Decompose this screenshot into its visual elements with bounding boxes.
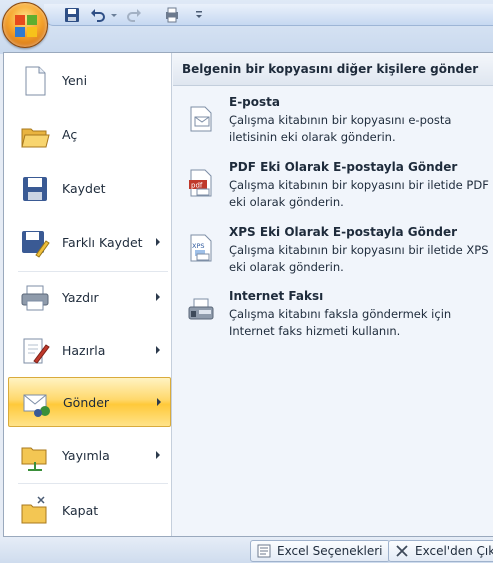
printer-icon [21,285,49,311]
option-title: Internet Faksı [229,289,324,303]
menu-item-label: Gönder [63,395,110,410]
new-document-icon [25,66,46,96]
open-folder-icon [21,128,50,148]
option-title: PDF Eki Olarak E-postayla Gönder [229,160,458,174]
menu-item-label: Kaydet [62,181,106,196]
menu-item-label: Aç [62,127,78,142]
menu-item-new[interactable]: Yeni [8,56,171,106]
send-icon [23,394,50,417]
menu-divider [18,483,168,484]
menu-item-print[interactable]: Yazdır [8,273,171,323]
option-title: XPS Eki Olarak E-postayla Gönder [229,225,458,239]
excel-options-button[interactable]: Excel Seçenekleri [250,540,390,562]
option-description: Çalışma kitabını faksla göndermek için I… [229,307,452,338]
option-description: Çalışma kitabının bir kopyasını bir ilet… [229,178,489,209]
menu-divider [18,271,168,272]
excel-options-label: Excel Seçenekleri [277,544,383,558]
option-internet-fax[interactable]: Internet Faksı Çalışma kitabını faksla g… [173,289,493,353]
menu-item-label: Yeni [62,73,88,88]
menu-item-label: Farklı Kaydet [62,235,143,250]
menu-item-label: Kapat [62,503,99,518]
menu-item-publish[interactable]: Yayımla [8,431,171,481]
title-bar [0,0,493,54]
submenu-arrow-icon [157,398,161,406]
email-attachment-icon [190,106,212,132]
office-menu: Yeni Aç Kaydet Farklı Kaydet Yazdır Hazı… [3,52,493,537]
quick-access-toolbar [44,4,493,26]
option-xps-email[interactable]: XPS XPS Eki Olarak E-postayla Gönder Çal… [173,225,493,289]
option-description: Çalışma kitabının bir kopyasını bir ilet… [229,243,489,274]
menu-footer: Excel Seçenekleri Excel'den Çık [0,537,493,563]
xps-icon: XPS [190,234,212,262]
svg-text:pdf: pdf [191,182,203,190]
panel-header: Belgenin bir kopyasını diğer kişilere gö… [173,53,493,86]
menu-commands: Yeni Aç Kaydet Farklı Kaydet Yazdır Hazı… [4,53,172,536]
print-preview-icon[interactable] [164,7,180,23]
menu-item-save[interactable]: Kaydet [8,164,171,214]
exit-excel-button[interactable]: Excel'den Çık [388,540,493,562]
close-folder-icon [21,496,47,524]
office-button[interactable] [2,2,48,48]
redo-icon[interactable] [126,7,142,23]
options-icon [257,544,271,558]
submenu-arrow-icon [156,238,160,246]
fax-icon [188,298,214,320]
send-options-panel: Belgenin bir kopyasını diğer kişilere gö… [173,53,493,536]
pdf-icon: pdf [189,169,212,197]
prepare-icon [23,338,50,364]
submenu-arrow-icon [156,346,160,354]
option-pdf-email[interactable]: pdf PDF Eki Olarak E-postayla Gönder Çal… [173,160,493,224]
menu-item-prepare[interactable]: Hazırla [8,326,171,376]
option-description: Çalışma kitabının bir kopyasını e-posta … [229,113,452,144]
office-logo-icon [15,15,37,37]
publish-icon [21,447,47,471]
option-email[interactable]: E-posta Çalışma kitabının bir kopyasını … [173,95,493,159]
submenu-arrow-icon [156,451,160,459]
save-icon[interactable] [64,7,80,23]
svg-text:XPS: XPS [192,242,205,250]
menu-item-open[interactable]: Aç [8,110,171,160]
menu-item-save-as[interactable]: Farklı Kaydet [8,218,171,268]
menu-item-label: Yayımla [62,448,110,463]
menu-item-send[interactable]: Gönder [8,377,171,427]
exit-excel-label: Excel'den Çık [415,544,493,558]
menu-item-close[interactable]: Kapat [8,486,171,536]
undo-dropdown-icon[interactable] [110,7,118,23]
save-disk-icon [23,177,47,201]
close-icon [396,545,408,557]
menu-item-label: Yazdır [62,290,99,305]
menu-item-label: Hazırla [62,343,106,358]
option-title: E-posta [229,95,280,109]
undo-icon[interactable] [90,7,106,23]
customize-qat-icon[interactable] [194,7,204,23]
submenu-arrow-icon [156,293,160,301]
save-as-icon [22,231,50,258]
